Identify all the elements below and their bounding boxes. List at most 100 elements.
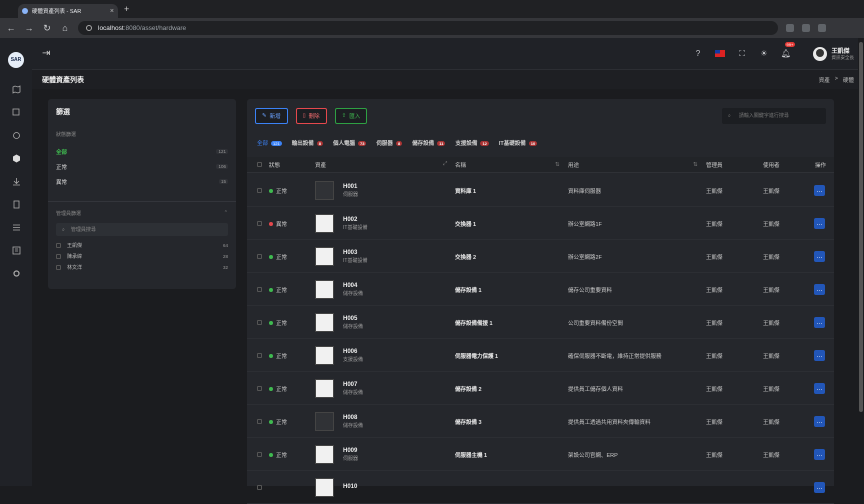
asset-thumbnail[interactable] (315, 247, 334, 266)
asset-id[interactable]: H005 (343, 316, 357, 322)
asset-id[interactable]: H008 (343, 415, 357, 421)
tab-all[interactable]: 全部 121 (257, 139, 282, 147)
forward-icon[interactable]: → (24, 23, 34, 33)
status-filter-abnormal[interactable]: 異常 15 (56, 174, 228, 189)
checkbox[interactable] (56, 265, 61, 270)
row-checkbox[interactable] (257, 188, 262, 193)
asset-id[interactable]: H001 (343, 184, 357, 190)
extension-icon[interactable] (802, 24, 810, 32)
row-checkbox[interactable] (257, 287, 262, 292)
language-flag-icon[interactable] (715, 48, 726, 59)
asset-thumbnail[interactable] (315, 346, 334, 365)
theme-toggle-icon[interactable]: ☀ (759, 48, 770, 59)
tab-pc[interactable]: 個人電腦 73 (333, 139, 367, 147)
settings-icon[interactable] (10, 267, 22, 279)
checkbox[interactable] (56, 243, 61, 248)
download-icon[interactable] (10, 175, 22, 187)
row-checkbox[interactable] (257, 353, 262, 358)
fullscreen-icon[interactable]: ⛶ (737, 48, 748, 59)
column-name[interactable]: 名稱 (455, 161, 466, 169)
more-actions-button[interactable]: … (814, 449, 825, 460)
column-status[interactable]: 狀態 (269, 161, 280, 169)
asset-id[interactable]: H009 (343, 448, 357, 454)
url-input[interactable]: localhost:8080/asset/hardware (78, 21, 778, 35)
report-icon[interactable] (10, 244, 22, 256)
table-row[interactable]: 正常 H004 儲存設備 儲存設備 1 儲存公司重要資料 王凱傑 王凱傑… (247, 273, 834, 306)
collapse-arrow-icon[interactable]: ⇥ (42, 48, 50, 59)
asset-id[interactable]: H007 (343, 382, 357, 388)
close-tab-icon[interactable]: × (110, 8, 114, 15)
manager-search-input[interactable]: ⌕ 管理員搜尋 (56, 223, 228, 236)
checkbox[interactable] (56, 254, 61, 259)
row-checkbox[interactable] (257, 221, 262, 226)
table-row[interactable]: 異常 H002 IT基礎設備 交換器 1 辦公室網路1F 王凱傑 王凱傑… (247, 207, 834, 240)
tab-output[interactable]: 輸出設備 8 (292, 139, 323, 147)
asset-thumbnail[interactable] (315, 478, 334, 497)
chevron-up-icon[interactable]: ⌃ (224, 210, 228, 217)
asset-id[interactable]: H010 (343, 484, 357, 490)
row-checkbox[interactable] (257, 386, 262, 391)
select-all-checkbox[interactable] (257, 162, 262, 167)
table-row[interactable]: 正常 H003 IT基礎設備 交換器 2 辦公室網路2F 王凱傑 王凱傑… (247, 240, 834, 273)
back-icon[interactable]: ← (6, 23, 16, 33)
asset-thumbnail[interactable] (315, 412, 334, 431)
more-actions-button[interactable]: … (814, 218, 825, 229)
home-icon[interactable]: ⌂ (60, 23, 70, 33)
asset-id[interactable]: H002 (343, 217, 357, 223)
search-input[interactable]: ⌕ 請輸入關鍵字進行搜尋 (722, 107, 826, 124)
extension-icon[interactable] (786, 24, 794, 32)
row-checkbox[interactable] (257, 320, 262, 325)
more-actions-button[interactable]: … (814, 284, 825, 295)
asset-id[interactable]: H006 (343, 349, 357, 355)
tab-server[interactable]: 伺服器 8 (376, 139, 403, 147)
tab-support[interactable]: 支援設備 12 (455, 139, 489, 147)
more-actions-button[interactable]: … (814, 251, 825, 262)
asset-thumbnail[interactable] (315, 313, 334, 332)
site-info-icon[interactable] (86, 25, 92, 31)
more-actions-button[interactable]: … (814, 383, 825, 394)
status-filter-all[interactable]: 全部 121 (56, 144, 228, 159)
more-actions-button[interactable]: … (814, 185, 825, 196)
assets-icon[interactable] (10, 106, 22, 118)
status-filter-normal[interactable]: 正常 106 (56, 159, 228, 174)
hardware-icon[interactable] (10, 152, 22, 164)
app-logo[interactable]: SAR (8, 52, 24, 68)
manager-filter-item[interactable]: 王凱傑 64 (56, 240, 228, 251)
user-menu[interactable]: 王凱傑 資訊安全長 (812, 46, 854, 61)
asset-thumbnail[interactable] (315, 214, 334, 233)
tab-it-infra[interactable]: IT基礎設備 10 (499, 139, 538, 147)
asset-thumbnail[interactable] (315, 379, 334, 398)
table-row[interactable]: H010 … (247, 471, 834, 504)
more-actions-button[interactable]: … (814, 482, 825, 493)
column-asset[interactable]: 資產 (315, 161, 326, 169)
new-tab-button[interactable]: + (124, 4, 129, 14)
network-icon[interactable] (10, 129, 22, 141)
table-row[interactable]: 正常 H006 支援設備 伺服器電力保護 1 確保伺服器不斷電，維持正常提供服務 王凱傑 王… (247, 339, 834, 372)
column-user[interactable]: 使用者 (763, 161, 780, 169)
table-row[interactable]: 正常 H005 儲存設備 儲存設備備援 1 公司重要資料備份空間 王凱傑 王凱傑… (247, 306, 834, 339)
row-checkbox[interactable] (257, 452, 262, 457)
asset-thumbnail[interactable] (315, 280, 334, 299)
resize-icon[interactable]: ⤢ (443, 161, 447, 168)
row-checkbox[interactable] (257, 419, 262, 424)
table-row[interactable]: 正常 H007 儲存設備 儲存設備 2 提供員工儲存個人資料 王凱傑 王凱傑… (247, 372, 834, 405)
add-button[interactable]: ✎ 新增 (255, 107, 288, 124)
asset-thumbnail[interactable] (315, 445, 334, 464)
page-scrollbar[interactable] (858, 38, 864, 486)
more-actions-button[interactable]: … (814, 317, 825, 328)
asset-id[interactable]: H003 (343, 250, 357, 256)
delete-button[interactable]: ▯ 刪除 (295, 107, 327, 124)
table-row[interactable]: 正常 H009 伺服器 伺服器主機 1 架設公司官網、ERP 王凱傑 王凱傑… (247, 438, 834, 471)
map-icon[interactable] (10, 83, 22, 95)
table-row[interactable]: 正常 H008 儲存設備 儲存設備 3 提供員工透過共用資料夾傳輸資料 王凱傑 王凱傑… (247, 405, 834, 438)
help-icon[interactable]: ? (693, 48, 704, 59)
row-checkbox[interactable] (257, 254, 262, 259)
asset-thumbnail[interactable] (315, 181, 334, 200)
browser-tab[interactable]: 硬體資產列表 - SAR × (18, 4, 118, 18)
more-actions-button[interactable]: … (814, 416, 825, 427)
extension-icon[interactable] (818, 24, 826, 32)
column-manager[interactable]: 管理員 (706, 161, 723, 169)
column-purpose[interactable]: 用途 (568, 161, 579, 169)
manager-filter-item[interactable]: 陳承緯 28 (56, 251, 228, 262)
document-icon[interactable] (10, 198, 22, 210)
